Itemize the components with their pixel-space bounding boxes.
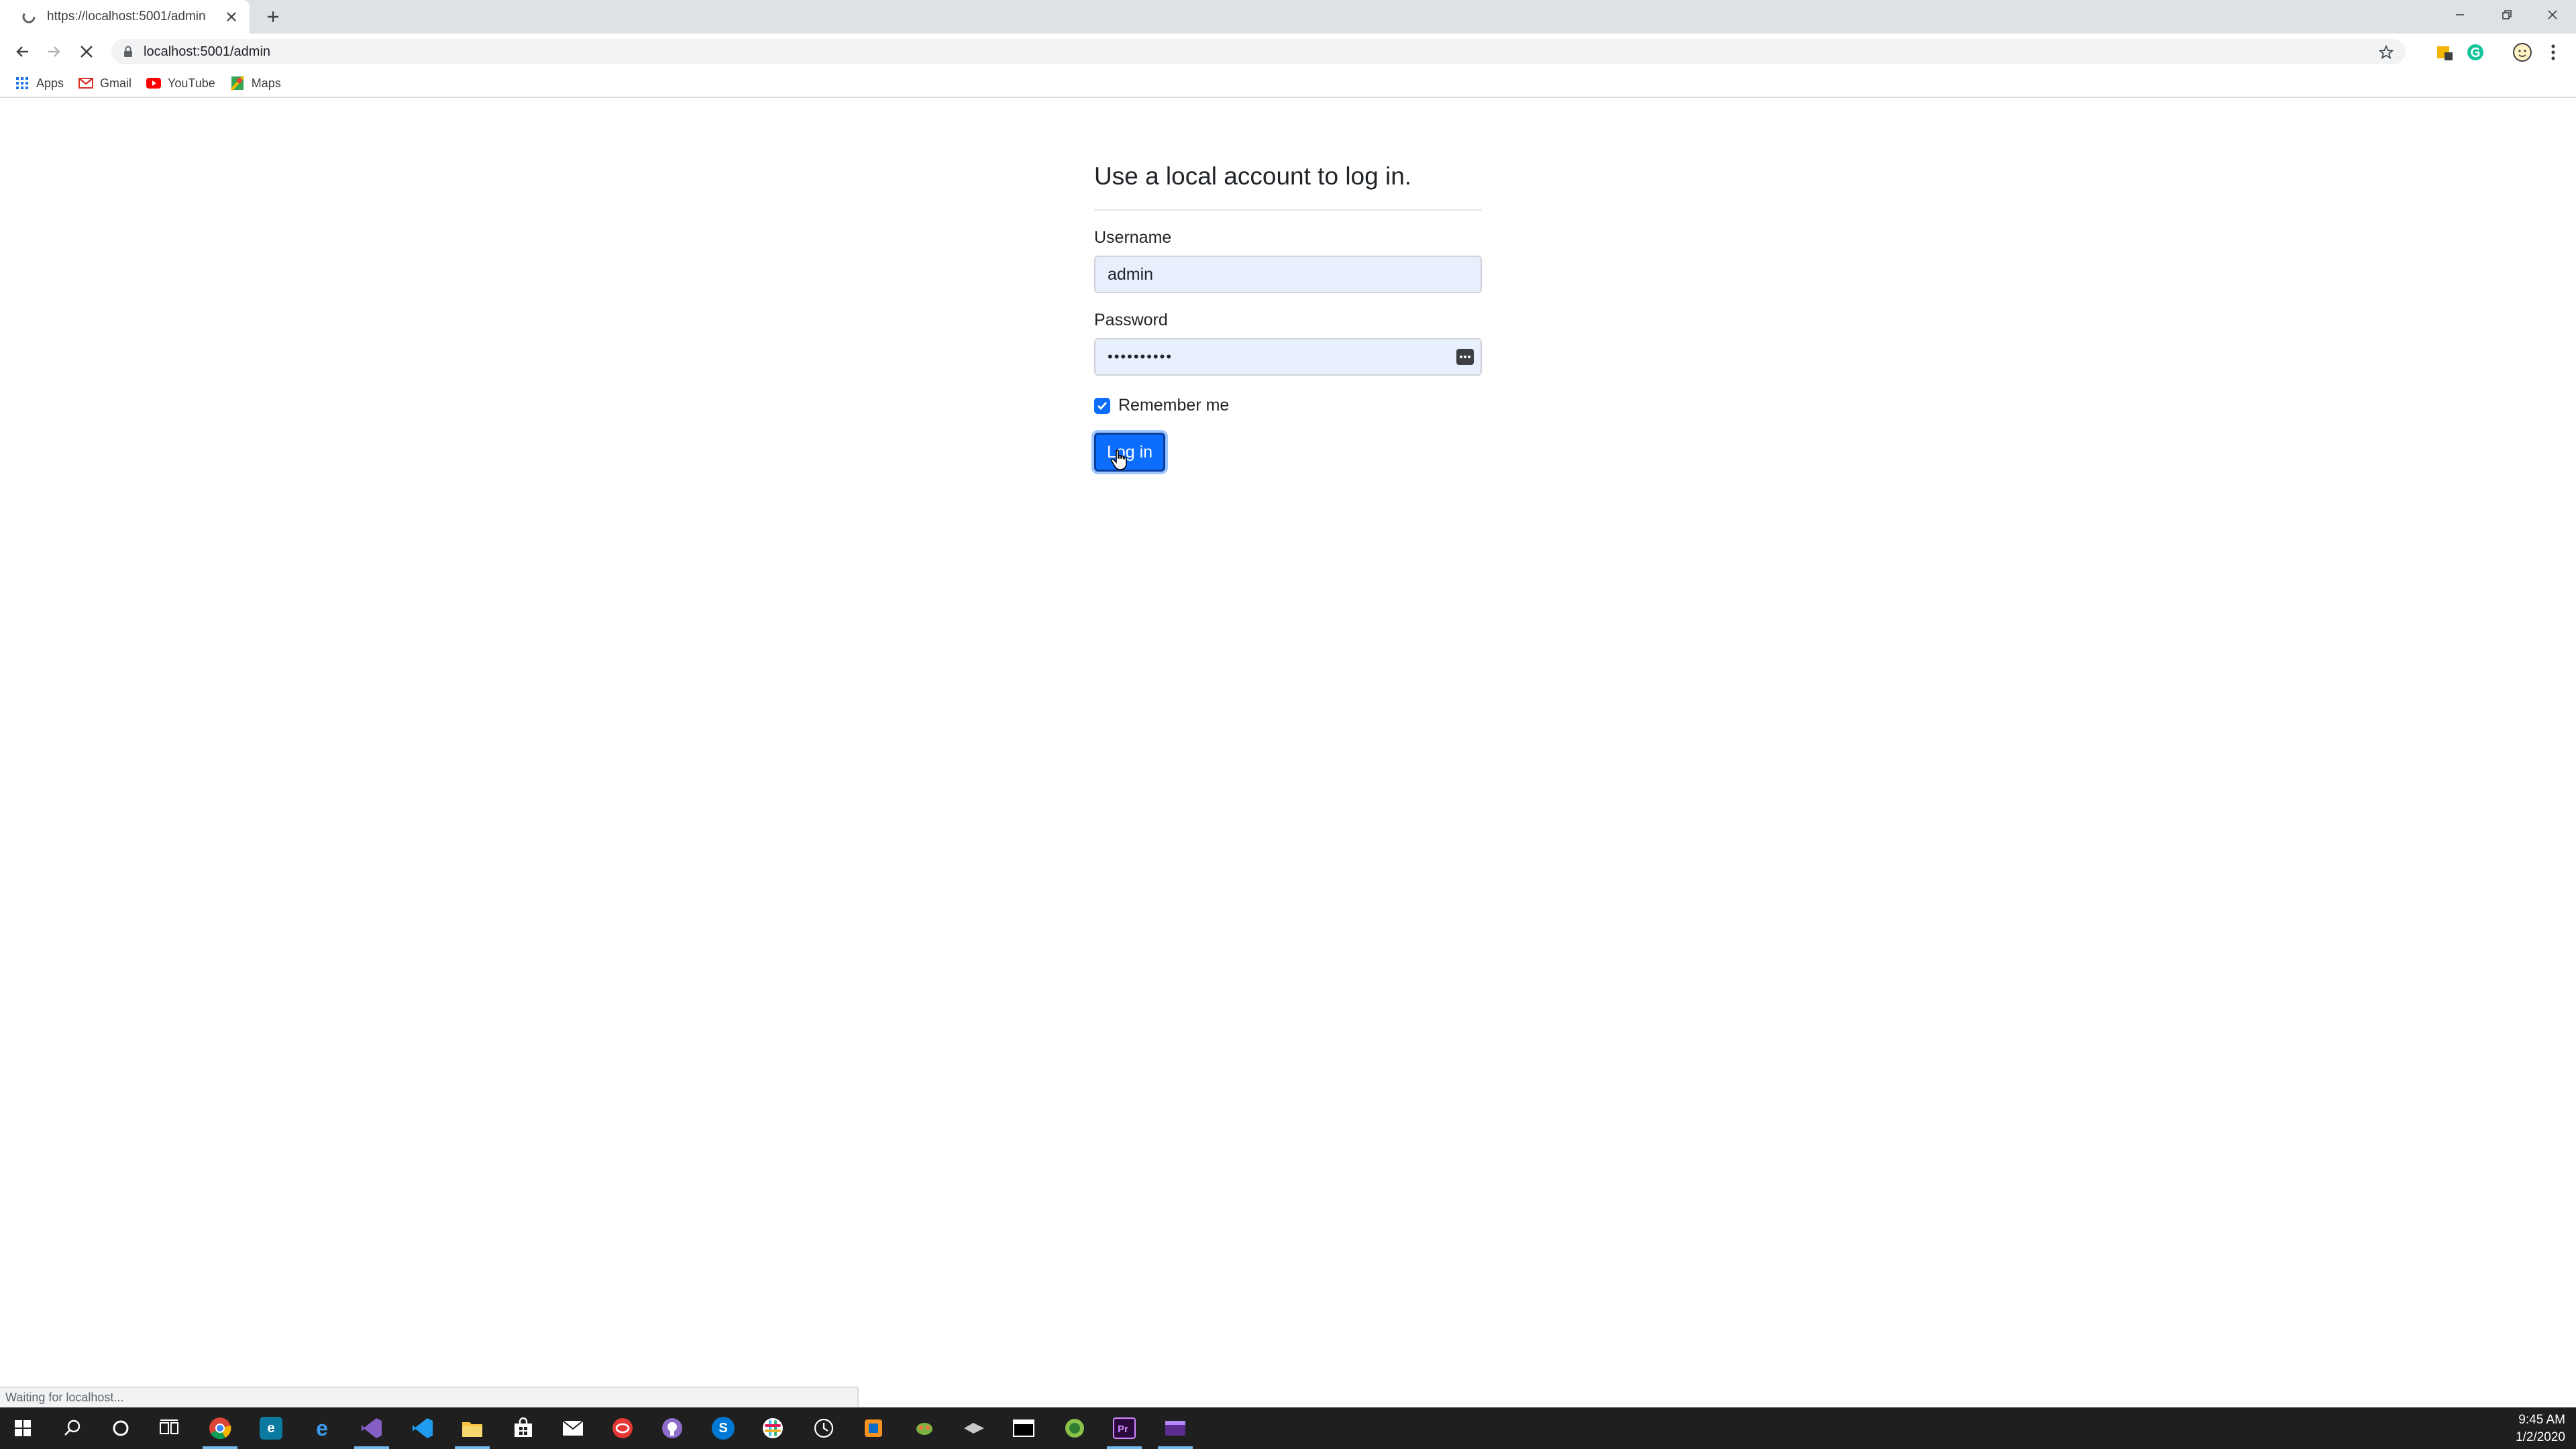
remember-me-label[interactable]: Remember me <box>1118 396 1229 415</box>
password-label: Password <box>1094 311 1168 329</box>
password-manager-key-icon[interactable] <box>1456 349 1474 365</box>
browser-menu-icon[interactable] <box>2542 42 2564 63</box>
android-icon[interactable] <box>1055 1413 1095 1444</box>
taskbar: e e S Pr 9:45 AM 1/2/2020 <box>0 1407 2576 1449</box>
clock-app-icon[interactable] <box>804 1413 844 1444</box>
bookmark-label: Gmail <box>100 76 132 90</box>
chrome-icon[interactable] <box>200 1413 240 1449</box>
svg-text:Pr: Pr <box>1118 1424 1128 1435</box>
slack-icon[interactable] <box>753 1413 793 1444</box>
browser-toolbar: localhost:5001/admin <box>0 34 2576 70</box>
browser-tab[interactable]: https://localhost:5001/admin <box>0 0 250 34</box>
tab-title: https://localhost:5001/admin <box>47 9 206 23</box>
app-bug-icon[interactable] <box>904 1413 945 1444</box>
password-input[interactable]: •••••••••• <box>1094 338 1482 376</box>
lock-icon[interactable] <box>122 45 134 58</box>
loading-favicon-icon <box>20 8 38 25</box>
profile-avatar-icon[interactable] <box>2512 42 2533 63</box>
password-value: •••••••••• <box>1108 348 1173 365</box>
close-window-icon[interactable] <box>2529 0 2576 30</box>
stop-loading-icon[interactable] <box>75 40 98 63</box>
extension-notes-icon[interactable] <box>2434 42 2455 63</box>
login-form: Use a local account to log in. Username … <box>1094 161 1482 472</box>
skype-icon[interactable]: S <box>703 1413 743 1444</box>
status-bubble: Waiting for localhost... <box>0 1387 859 1407</box>
youtube-icon <box>146 76 162 91</box>
remember-me-checkbox[interactable] <box>1094 397 1110 414</box>
search-icon[interactable] <box>52 1413 93 1444</box>
bookmarks-bar: Apps Gmail YouTube Maps <box>0 70 2576 98</box>
username-value: admin <box>1108 264 1154 284</box>
maps-icon <box>230 76 245 91</box>
system-clock[interactable]: 9:45 AM 1/2/2020 <box>2516 1411 2565 1446</box>
hand-cursor-icon <box>1111 449 1127 470</box>
app-dark-icon[interactable] <box>954 1413 994 1444</box>
bookmark-apps[interactable]: Apps <box>15 76 64 91</box>
tab-strip: https://localhost:5001/admin <box>0 0 2576 34</box>
minimize-icon[interactable] <box>2436 0 2483 30</box>
vscode-icon[interactable] <box>402 1413 443 1444</box>
bookmark-gmail[interactable]: Gmail <box>78 76 131 91</box>
page-title: Use a local account to log in. <box>1094 162 1412 190</box>
new-tab-icon[interactable] <box>262 5 284 28</box>
bookmark-label: Maps <box>251 76 281 90</box>
premiere-icon[interactable]: Pr <box>1104 1413 1144 1449</box>
terminal-icon[interactable] <box>1004 1413 1044 1444</box>
apps-grid-icon <box>15 76 30 91</box>
grammarly-icon[interactable] <box>2465 42 2486 63</box>
restore-icon[interactable] <box>2483 0 2530 30</box>
app-orange-icon[interactable] <box>853 1413 894 1444</box>
bookmark-label: YouTube <box>168 76 215 90</box>
login-button[interactable]: Log in <box>1094 433 1165 472</box>
bookmark-maps[interactable]: Maps <box>230 76 281 91</box>
bookmark-star-icon[interactable] <box>2377 44 2395 61</box>
forward-icon[interactable] <box>43 40 66 63</box>
visual-studio-icon[interactable] <box>352 1413 392 1449</box>
clock-time: 9:45 AM <box>2518 1413 2565 1427</box>
store-icon[interactable] <box>503 1413 543 1444</box>
bookmark-label: Apps <box>36 76 64 90</box>
clock-date: 1/2/2020 <box>2516 1430 2565 1444</box>
username-input[interactable]: admin <box>1094 256 1482 293</box>
divider <box>1094 209 1482 211</box>
github-icon[interactable] <box>652 1413 692 1444</box>
mail-icon[interactable] <box>553 1413 593 1444</box>
edge-icon[interactable]: e <box>302 1413 342 1444</box>
address-bar[interactable]: localhost:5001/admin <box>111 39 2406 64</box>
tab-close-icon[interactable] <box>221 7 241 27</box>
url-text: localhost:5001/admin <box>144 44 271 59</box>
start-icon[interactable] <box>3 1413 43 1444</box>
app-red-icon[interactable] <box>602 1413 643 1444</box>
back-icon[interactable] <box>11 40 34 63</box>
username-label: Username <box>1094 228 1172 247</box>
app-purple-icon[interactable] <box>1155 1413 1195 1449</box>
bookmark-youtube[interactable]: YouTube <box>146 76 215 91</box>
gmail-icon <box>78 76 94 91</box>
cortana-icon[interactable] <box>101 1413 141 1444</box>
edge-dev-icon[interactable]: e <box>251 1413 291 1444</box>
remember-me-row: Remember me <box>1094 396 1482 415</box>
task-view-icon[interactable] <box>149 1413 189 1444</box>
file-explorer-icon[interactable] <box>452 1413 492 1449</box>
